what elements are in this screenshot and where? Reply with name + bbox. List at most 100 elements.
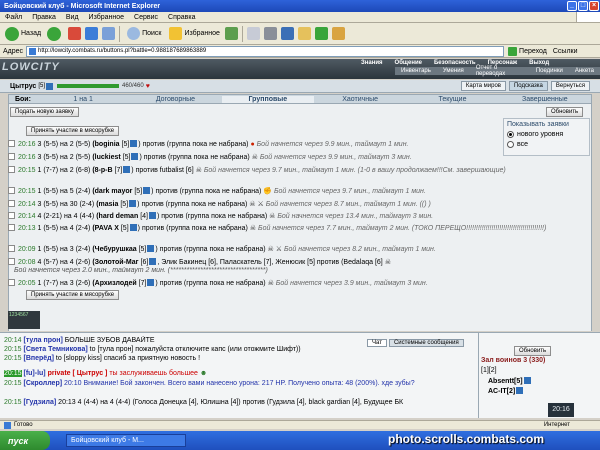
edit-icon[interactable] [280, 27, 294, 40]
menu-edit[interactable]: Правка [27, 14, 61, 21]
bid-player[interactable]: (PAVA X [92, 225, 119, 232]
tab-current[interactable]: Текущие [406, 96, 498, 103]
bid-checkbox[interactable] [8, 140, 15, 147]
msg-author[interactable]: [Света Темникова] [23, 346, 87, 353]
submit-bid-button[interactable]: Подать новую заявку [10, 107, 79, 117]
info-icon[interactable] [147, 245, 155, 252]
back-button[interactable]: Назад [2, 25, 44, 43]
info-icon[interactable] [123, 166, 131, 173]
bid-checkbox[interactable] [8, 200, 15, 207]
folder-icon[interactable] [297, 27, 311, 40]
nav-profile[interactable]: Анкета [569, 68, 600, 74]
bid-checkbox[interactable] [8, 166, 15, 173]
tab-chaotic[interactable]: Хаотичные [314, 96, 406, 103]
info-icon[interactable] [148, 212, 156, 219]
bid-checkbox[interactable] [8, 224, 15, 231]
bid-player[interactable]: (hard deman [96, 213, 138, 220]
menu-tools[interactable]: Сервис [129, 14, 163, 21]
info-icon[interactable] [516, 387, 524, 394]
menu-favorites[interactable]: Избранное [84, 14, 129, 21]
menu-help[interactable]: Справка [163, 14, 200, 21]
bid-row[interactable]: 20:15 1 (7-7) на 2 (6-8) (8-p-B [7]) про… [8, 166, 592, 175]
refresh-button[interactable]: Обновить [546, 107, 584, 117]
hint-button[interactable]: Подсказка [508, 81, 548, 91]
info-icon[interactable] [147, 279, 155, 286]
mail-icon[interactable] [246, 27, 260, 40]
info-icon[interactable] [46, 82, 53, 90]
radio-new-level[interactable] [507, 131, 514, 138]
bid-row[interactable]: 20:05 1 (7-7) на 3 (2-6) (Архизлодей [7]… [8, 279, 592, 288]
favorites-button[interactable]: Избранное [164, 25, 222, 43]
taskbar-item[interactable]: Бойцовский клуб - M... [66, 434, 186, 447]
msg-author[interactable]: [Вперёд] [23, 355, 53, 362]
tab-contract[interactable]: Договорные [129, 96, 221, 103]
nav-knowledge[interactable]: Знания [355, 60, 389, 66]
msg-author[interactable]: [тула прон] [23, 337, 62, 344]
bid-player[interactable]: (Архизлодей [92, 280, 136, 287]
start-button[interactable]: пуск [0, 431, 50, 450]
bid-row[interactable]: 20:13 1 (5-5) на 4 (2-4) (PAVA X [5]) пр… [8, 224, 592, 233]
menu-file[interactable]: Файл [0, 14, 27, 21]
forward-button[interactable] [44, 25, 66, 43]
stop-icon[interactable] [68, 27, 82, 40]
bid-row[interactable]: 20:16 3 (5-5) на 2 (5-5) (luckiest [5]) … [8, 153, 592, 162]
option-new-level[interactable]: нового уровня [507, 131, 586, 138]
info-icon[interactable] [131, 153, 139, 160]
nav-skills[interactable]: Умения [437, 68, 470, 74]
print-icon[interactable] [263, 27, 277, 40]
tab-1v1[interactable]: 1 на 1 [37, 96, 129, 103]
return-button[interactable]: Вернуться [550, 81, 590, 91]
nav-transfers[interactable]: Отчет о переводах [470, 65, 530, 77]
bid-player[interactable]: (dark mayor [92, 188, 132, 195]
room-refresh-button[interactable]: Обновить [514, 346, 552, 356]
menu-view[interactable]: Вид [61, 14, 84, 21]
info-icon[interactable] [129, 224, 137, 231]
room-user[interactable]: AC-IT[2] [488, 387, 524, 395]
join-grinder-button-2[interactable]: Принять участие в мясорубке [26, 290, 120, 300]
character-name[interactable]: Цытрус [10, 83, 36, 90]
bid-row[interactable]: 20:16 3 (5-5) на 2 (5-5) (boginia [5]) п… [8, 140, 592, 149]
links-label[interactable]: Ссылки [553, 48, 578, 55]
room-user[interactable]: Absentt[5] [488, 377, 532, 385]
close-button[interactable]: × [589, 1, 599, 11]
bid-row[interactable]: 20:09 1 (5-5) на 3 (2-4) (Чебурушкаa [5]… [8, 245, 592, 254]
join-grinder-button[interactable]: Принять участие в мясорубке [26, 126, 120, 136]
bid-row[interactable]: 20:15 1 (5-5) на 5 (2-4) (dark mayor [5]… [8, 187, 592, 196]
bid-player[interactable]: (masia [96, 201, 118, 208]
bid-player[interactable]: (8-p-B [92, 167, 112, 174]
info-icon[interactable] [130, 140, 138, 147]
bid-row[interactable]: 20:08 4 (5-7) на 4 (2-6) (Золотой-Маг [6… [8, 258, 592, 267]
tab-finished[interactable]: Завершенные [499, 96, 591, 103]
info-icon[interactable] [143, 187, 151, 194]
bid-row[interactable]: 20:14 3 (5-5) на 30 (2-4) (masia [5]) пр… [8, 200, 592, 209]
bid-row[interactable]: 20:14 4 (2-21) на 4 (4-4) (hard deman [4… [8, 212, 592, 221]
bid-checkbox[interactable] [8, 153, 15, 160]
info-icon[interactable] [129, 200, 137, 207]
counter-badge[interactable]: 1234567 [8, 311, 40, 329]
minimize-button[interactable]: _ [567, 1, 577, 11]
refresh-icon[interactable] [85, 27, 99, 40]
bid-checkbox[interactable] [8, 279, 15, 286]
home-icon[interactable] [102, 27, 116, 40]
room-pages[interactable]: [1][2] [481, 367, 497, 374]
go-button[interactable]: Переход [508, 46, 547, 56]
history-icon[interactable] [224, 27, 238, 40]
bid-player[interactable]: (Золотой-Маг [92, 259, 138, 266]
nav-communication[interactable]: Общение [389, 60, 428, 66]
msg-author[interactable]: [Гудзила] [23, 399, 56, 406]
bid-player[interactable]: (luckiest [92, 154, 120, 161]
tab-group[interactable]: Групповые [221, 95, 314, 103]
search-button[interactable]: Поиск [122, 25, 164, 43]
msg-author[interactable]: [fu]-lu] [23, 370, 45, 377]
nav-inventory[interactable]: Инвентарь [395, 68, 437, 74]
world-map-button[interactable]: Карта миров [460, 81, 506, 91]
nav-fights[interactable]: Поединки [530, 68, 569, 74]
msg-author[interactable]: [Скроллер] [23, 380, 62, 387]
tool-icon[interactable] [331, 27, 345, 40]
bid-checkbox[interactable] [8, 187, 15, 194]
maximize-button[interactable]: □ [578, 1, 588, 11]
info-icon[interactable] [523, 377, 531, 384]
bid-checkbox[interactable] [8, 212, 15, 219]
messenger-icon[interactable] [314, 27, 328, 40]
bid-checkbox[interactable] [8, 245, 15, 252]
